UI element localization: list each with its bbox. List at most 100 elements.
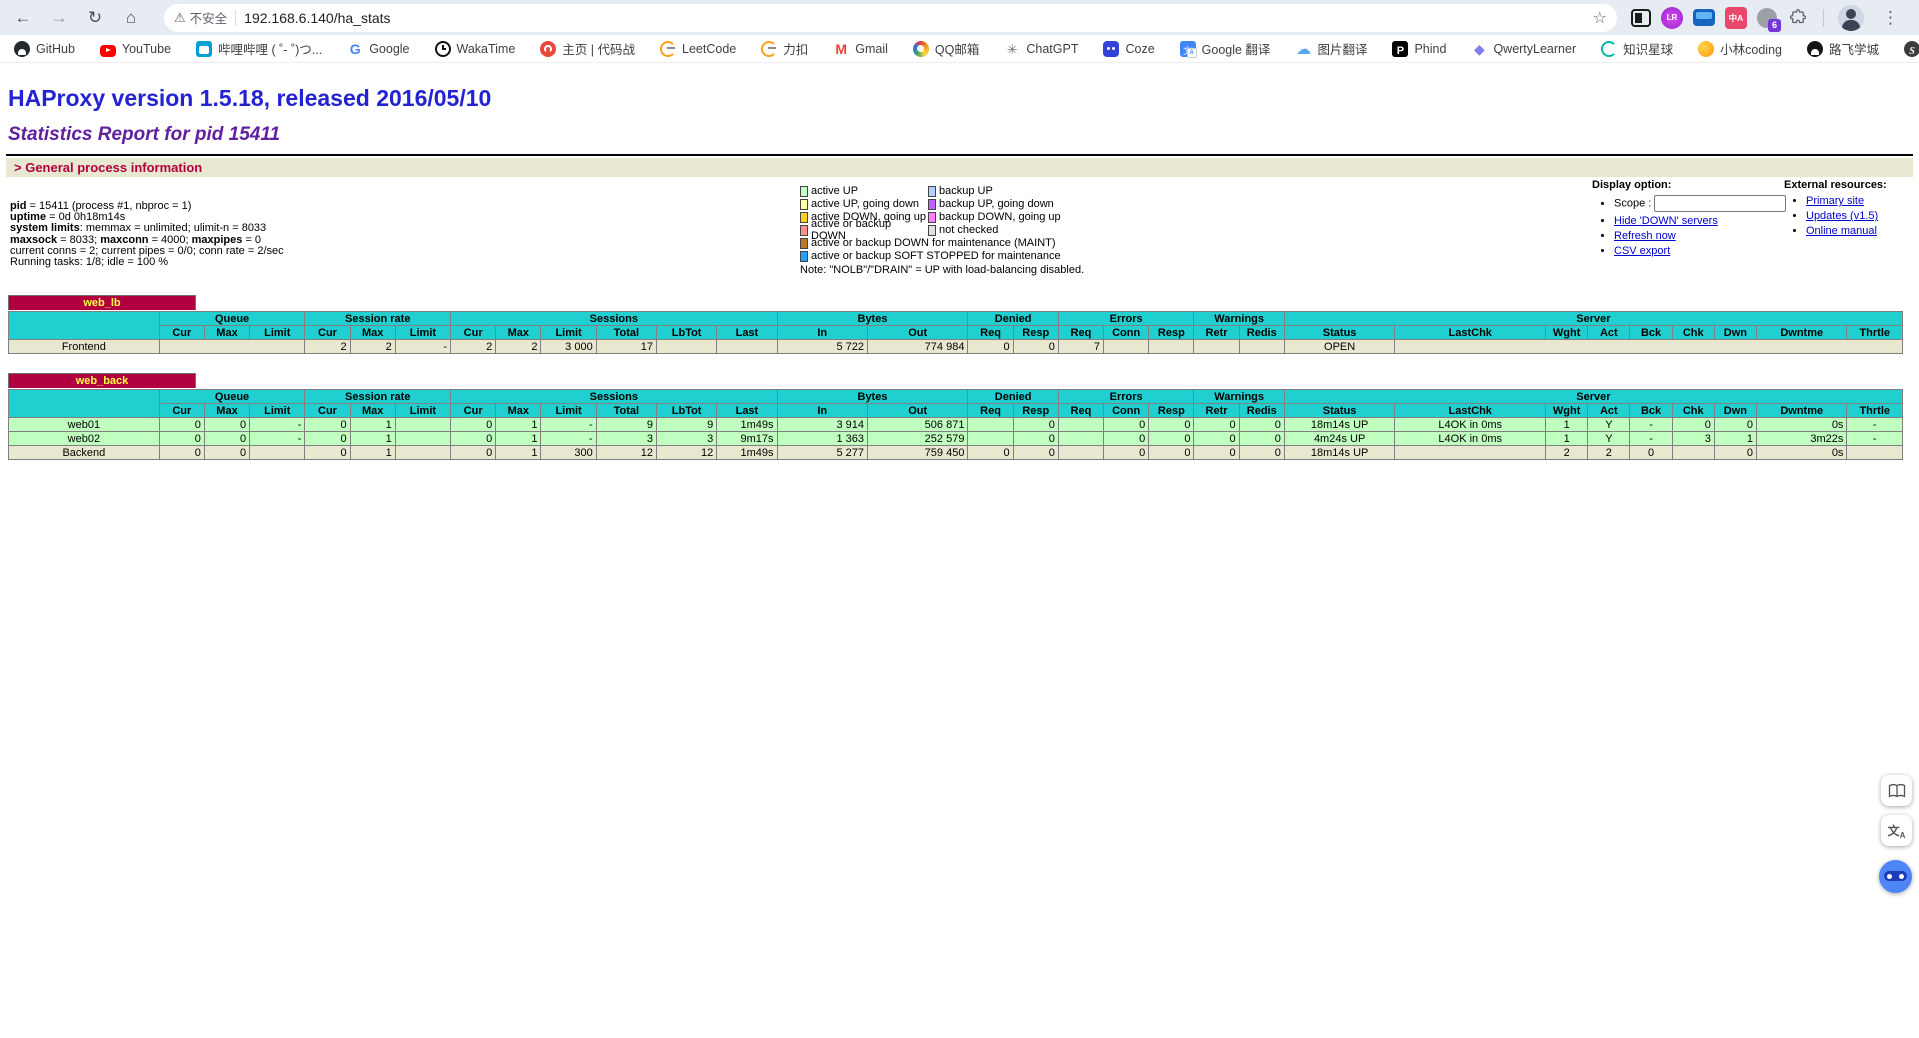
link-online-manual[interactable]: Online manual bbox=[1806, 225, 1877, 237]
stat-cell: 0 bbox=[1013, 446, 1058, 460]
mayi-icon bbox=[1904, 41, 1919, 57]
stat-cell: 5 722 bbox=[777, 340, 867, 354]
bookmark-leetcode[interactable]: LeetCode bbox=[660, 41, 736, 57]
not-secure-label[interactable]: 不安全 bbox=[190, 8, 228, 27]
stat-cell: 0 bbox=[1672, 418, 1714, 432]
bookmark-star-icon[interactable]: ☆ bbox=[1593, 8, 1607, 28]
group-header-queue: Queue bbox=[159, 312, 305, 326]
screenshot-extension-icon[interactable] bbox=[1693, 9, 1715, 26]
section-heading: > General process information bbox=[6, 158, 1913, 177]
home-icon: ⌂ bbox=[126, 8, 136, 28]
bookmark-codewar[interactable]: 主页 | 代码战 bbox=[540, 39, 635, 58]
stat-cell: 3 000 bbox=[541, 340, 596, 354]
col-header: Max bbox=[496, 404, 541, 418]
display-option-title: Display option: bbox=[1592, 179, 1786, 191]
col-header: Dwn bbox=[1714, 404, 1756, 418]
bookmark-bilibili[interactable]: 哔哩哔哩 ( ˚- ˚)つ... bbox=[196, 39, 322, 58]
side-panel-icon[interactable] bbox=[1631, 9, 1651, 27]
omnibox-divider bbox=[235, 10, 236, 26]
link-updates-v1-5[interactable]: Updates (v1.5) bbox=[1806, 210, 1878, 222]
stat-cell: 1 bbox=[350, 446, 395, 460]
bookmark-zsxq[interactable]: 知识星球 bbox=[1601, 39, 1673, 58]
bookmark-github[interactable]: GitHub bbox=[14, 41, 75, 57]
qwerty-icon bbox=[1471, 41, 1487, 57]
not-secure-warning-icon: ⚠ bbox=[174, 10, 186, 26]
legend-item: active or backup SOFT STOPPED for mainte… bbox=[800, 250, 1084, 262]
extensions-puzzle-icon[interactable] bbox=[1787, 7, 1809, 29]
home-button[interactable]: ⌂ bbox=[116, 3, 146, 33]
stat-cell: 1 bbox=[350, 418, 395, 432]
url-text[interactable]: 192.168.6.140/ha_stats bbox=[244, 10, 1584, 26]
bookmark-qqmail[interactable]: QQ邮箱 bbox=[913, 39, 979, 58]
stat-cell: 774 984 bbox=[867, 340, 967, 354]
stat-cell: 0 bbox=[1149, 432, 1194, 446]
link-hide-down-servers[interactable]: Hide 'DOWN' servers bbox=[1614, 215, 1718, 227]
stat-cell: - bbox=[395, 340, 450, 354]
stat-cell: 0s bbox=[1757, 446, 1847, 460]
profile-avatar[interactable] bbox=[1838, 5, 1864, 31]
bookmark-label: Coze bbox=[1125, 42, 1154, 56]
stat-cell: 17 bbox=[596, 340, 656, 354]
back-button[interactable]: ← bbox=[8, 3, 38, 33]
link-primary-site[interactable]: Primary site bbox=[1806, 195, 1864, 207]
stat-cell bbox=[1194, 340, 1239, 354]
bookmark-gmail[interactable]: Gmail bbox=[833, 41, 888, 57]
bookmark-xiaolin[interactable]: 小林coding bbox=[1698, 39, 1782, 58]
translate-extension-icon[interactable]: 中A bbox=[1725, 7, 1747, 29]
col-header: Dwn bbox=[1714, 326, 1756, 340]
bookmark-imgtranslate[interactable]: 图片翻译 bbox=[1295, 39, 1367, 58]
bookmark-label: QwertyLearner bbox=[1493, 42, 1576, 56]
bookmark-gtranslate[interactable]: Google 翻译 bbox=[1180, 39, 1271, 58]
bookmark-coze[interactable]: Coze bbox=[1103, 41, 1154, 57]
forward-button[interactable]: → bbox=[44, 3, 74, 33]
lr-extension-icon[interactable]: LR bbox=[1661, 7, 1683, 29]
stat-cell: 1 bbox=[1546, 418, 1588, 432]
link-csv-export[interactable]: CSV export bbox=[1614, 245, 1670, 257]
col-header: Out bbox=[867, 326, 967, 340]
bookmark-lufei[interactable]: 路飞学城 bbox=[1807, 39, 1879, 58]
col-header: Status bbox=[1284, 326, 1395, 340]
legend-label: active UP bbox=[811, 185, 858, 197]
bookmark-youtube[interactable]: YouTube bbox=[100, 42, 171, 56]
address-bar[interactable]: ⚠ 不安全 192.168.6.140/ha_stats ☆ bbox=[164, 4, 1617, 32]
bookmark-qwerty[interactable]: QwertyLearner bbox=[1471, 41, 1576, 57]
bookmark-label: 路飞学城 bbox=[1829, 39, 1879, 58]
col-header: Max bbox=[350, 404, 395, 418]
page-title: HAProxy version 1.5.18, released 2016/05… bbox=[8, 85, 1911, 112]
stat-cell bbox=[1058, 418, 1103, 432]
bookmark-phind[interactable]: Phind bbox=[1392, 41, 1446, 57]
badged-extension-icon[interactable]: 6 bbox=[1757, 8, 1777, 28]
group-header-warnings: Warnings bbox=[1194, 312, 1284, 326]
reading-float-button[interactable] bbox=[1881, 775, 1912, 806]
bookmark-mayi[interactable]: 蚂蚁课堂 bbox=[1904, 39, 1919, 58]
scope-input[interactable] bbox=[1654, 195, 1786, 212]
legend-label: backup DOWN, going up bbox=[939, 211, 1061, 223]
bookmark-label: 哔哩哔哩 ( ˚- ˚)つ... bbox=[218, 39, 322, 58]
bookmark-wakatime[interactable]: WakaTime bbox=[435, 41, 516, 57]
browser-menu-button[interactable]: ⋮ bbox=[1874, 8, 1907, 28]
stat-cell: - bbox=[1847, 418, 1903, 432]
xiaolin-icon bbox=[1698, 41, 1714, 57]
stat-cell: 2 bbox=[451, 340, 496, 354]
col-header: In bbox=[777, 404, 867, 418]
bookmark-likou[interactable]: 力扣 bbox=[761, 39, 808, 58]
reload-button[interactable]: ↻ bbox=[80, 3, 110, 33]
stat-cell bbox=[1149, 340, 1194, 354]
translate-float-button[interactable]: 文A bbox=[1881, 815, 1912, 846]
process-info-line: Running tasks: 1/8; idle = 100 % bbox=[10, 257, 284, 268]
stat-cell: 0 bbox=[1013, 432, 1058, 446]
bookmark-chatgpt[interactable]: ChatGPT bbox=[1004, 41, 1078, 57]
stat-cell bbox=[159, 340, 305, 354]
stat-cell: 3m22s bbox=[1757, 432, 1847, 446]
col-header: Max bbox=[496, 326, 541, 340]
link-refresh-now[interactable]: Refresh now bbox=[1614, 230, 1676, 242]
stat-cell: 0 bbox=[1104, 446, 1149, 460]
stat-cell bbox=[1847, 446, 1903, 460]
stat-cell: - bbox=[541, 418, 596, 432]
phind-icon bbox=[1392, 41, 1408, 57]
col-header: Conn bbox=[1104, 404, 1149, 418]
bookmark-google[interactable]: Google bbox=[347, 41, 409, 57]
assistant-float-button[interactable] bbox=[1879, 860, 1912, 893]
bookmarks-list: GitHub YouTube 哔哩哔哩 ( ˚- ˚)つ... Google WakaT… bbox=[14, 39, 1919, 58]
legend-item: backup DOWN, going up bbox=[928, 211, 1084, 223]
